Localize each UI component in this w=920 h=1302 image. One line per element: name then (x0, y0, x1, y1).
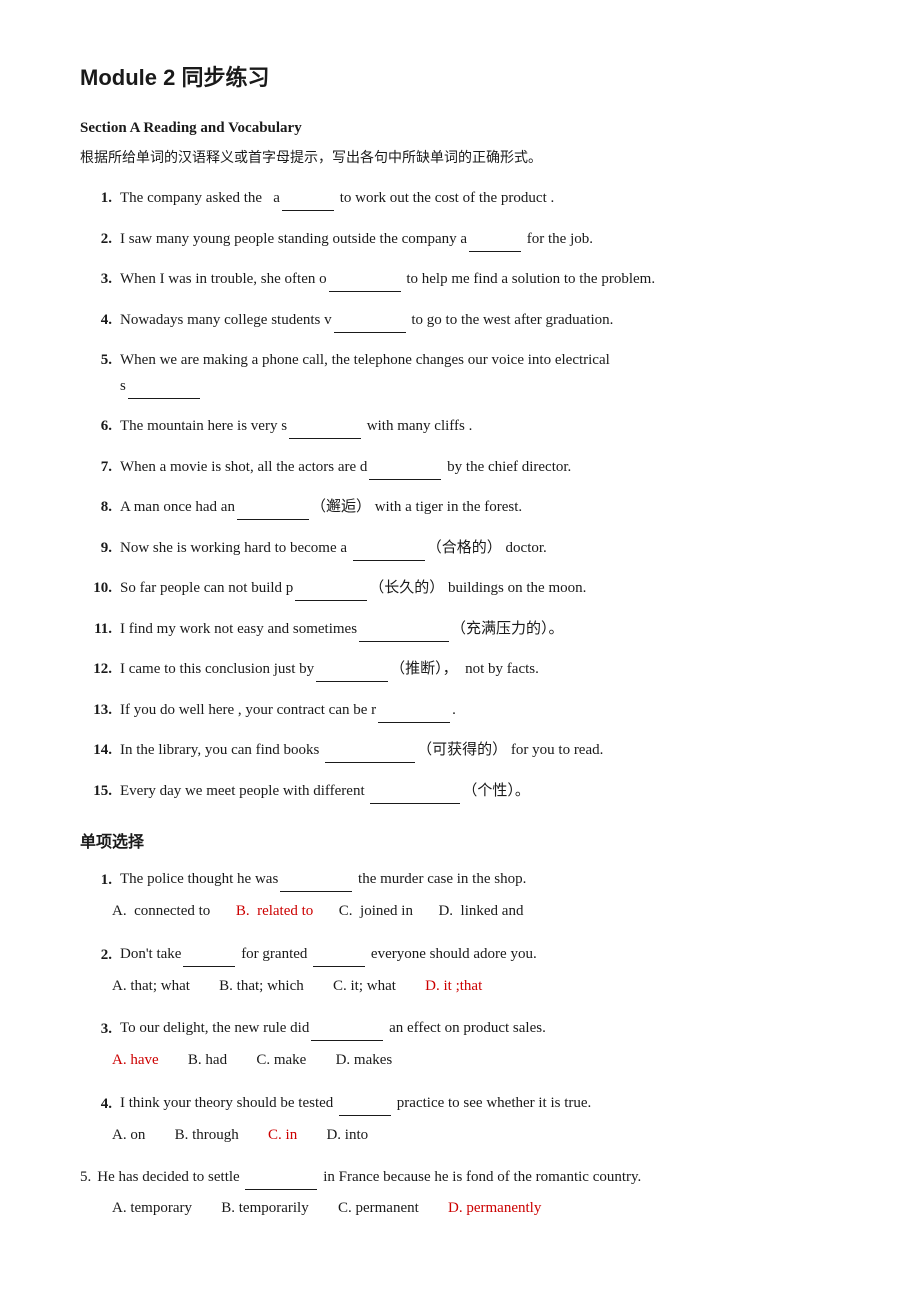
vocab-exercise-list: 1. The company asked the a to work out t… (80, 185, 840, 804)
section-a-title: Section A Reading and Vocabulary (80, 120, 840, 137)
main-title: Module 2 同步练习 (80, 60, 840, 92)
section-mc-header: 单项选择 (80, 828, 840, 852)
mc-item-4: 4. I think your theory should be tested … (80, 1090, 840, 1149)
vocab-item-14: 14. In the library, you can find books （… (80, 737, 840, 764)
vocab-item-1: 1. The company asked the a to work out t… (80, 185, 840, 212)
vocab-item-2: 2. I saw many young people standing outs… (80, 226, 840, 253)
vocab-item-4: 4. Nowadays many college students v to g… (80, 307, 840, 334)
vocab-item-9: 9. Now she is working hard to become a （… (80, 535, 840, 562)
vocab-item-5: 5. When we are making a phone call, the … (80, 347, 840, 399)
mc-item-1: 1. The police thought he was the murder … (80, 866, 840, 925)
vocab-item-3: 3. When I was in trouble, she often o to… (80, 266, 840, 293)
vocab-item-8: 8. A man once had an（邂逅） with a tiger in… (80, 494, 840, 521)
vocab-item-13: 13. If you do well here , your contract … (80, 697, 840, 724)
vocab-item-7: 7. When a movie is shot, all the actors … (80, 454, 840, 481)
mc-item-2: 2. Don't take for granted everyone shoul… (80, 941, 840, 1000)
vocab-item-12: 12. I came to this conclusion just by（推断… (80, 656, 840, 683)
vocab-item-15: 15. Every day we meet people with differ… (80, 778, 840, 805)
section-a-instruction: 根据所给单词的汉语释义或首字母提示，写出各句中所缺单词的正确形式。 (80, 147, 840, 167)
vocab-item-10: 10. So far people can not build p（长久的） b… (80, 575, 840, 602)
mc-item-3: 3. To our delight, the new rule did an e… (80, 1015, 840, 1074)
mc-item-5: 5. He has decided to settle in France be… (80, 1164, 840, 1222)
vocab-item-11: 11. I find my work not easy and sometime… (80, 616, 840, 643)
vocab-item-6: 6. The mountain here is very s with many… (80, 413, 840, 440)
